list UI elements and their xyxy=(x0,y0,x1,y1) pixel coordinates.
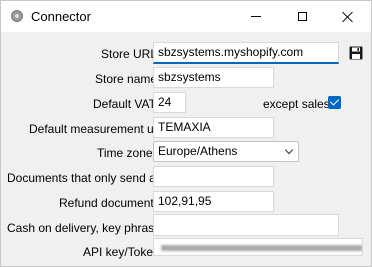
documents-only-send-input[interactable] xyxy=(153,166,274,187)
cash-on-delivery-label: Cash on delivery, key phras... xyxy=(7,221,165,235)
minimize-button[interactable] xyxy=(233,1,279,32)
connector-app-icon xyxy=(11,10,23,22)
chevron-down-icon xyxy=(284,145,294,155)
maximize-icon xyxy=(297,12,307,21)
default-vat-input[interactable]: 24 xyxy=(153,92,186,113)
refund-documents-input[interactable]: 102,91,95 xyxy=(153,191,274,212)
close-button[interactable] xyxy=(325,1,371,32)
maximize-button[interactable] xyxy=(279,1,325,32)
time-zone-select[interactable]: Europe/Athens xyxy=(153,141,299,162)
refund-documents-label: Refund documents xyxy=(59,196,160,210)
close-icon xyxy=(342,11,354,23)
title-bar[interactable]: Connector xyxy=(1,1,371,32)
api-key-redacted xyxy=(161,245,362,251)
store-url-input[interactable]: sbzsystems.myshopify.com xyxy=(153,42,339,64)
except-sales-checkbox[interactable] xyxy=(328,96,341,109)
api-key-input[interactable] xyxy=(153,238,363,256)
minimize-icon xyxy=(251,16,261,17)
default-measurement-unit-label: Default measurement unit xyxy=(29,122,167,136)
window-title: Connector xyxy=(31,9,91,24)
store-name-input[interactable]: sbzsystems xyxy=(153,67,274,88)
default-vat-label: Default VAT xyxy=(93,97,156,111)
cash-on-delivery-input[interactable] xyxy=(153,214,339,236)
api-key-label: API key/Token xyxy=(83,245,160,259)
store-url-label: Store URL xyxy=(101,47,158,61)
time-zone-label: Time zone xyxy=(97,146,153,160)
save-icon[interactable] xyxy=(349,46,363,60)
documents-only-send-label: Documents that only send a... xyxy=(7,171,166,185)
connector-window: Connector Store URL sbzsystems.myshopify… xyxy=(0,0,372,267)
store-name-label: Store name xyxy=(95,72,158,86)
except-sales-label: except sales xyxy=(263,97,330,111)
time-zone-value: Europe/Athens xyxy=(158,144,238,158)
default-measurement-unit-input[interactable]: TEMAXIA xyxy=(153,117,274,138)
